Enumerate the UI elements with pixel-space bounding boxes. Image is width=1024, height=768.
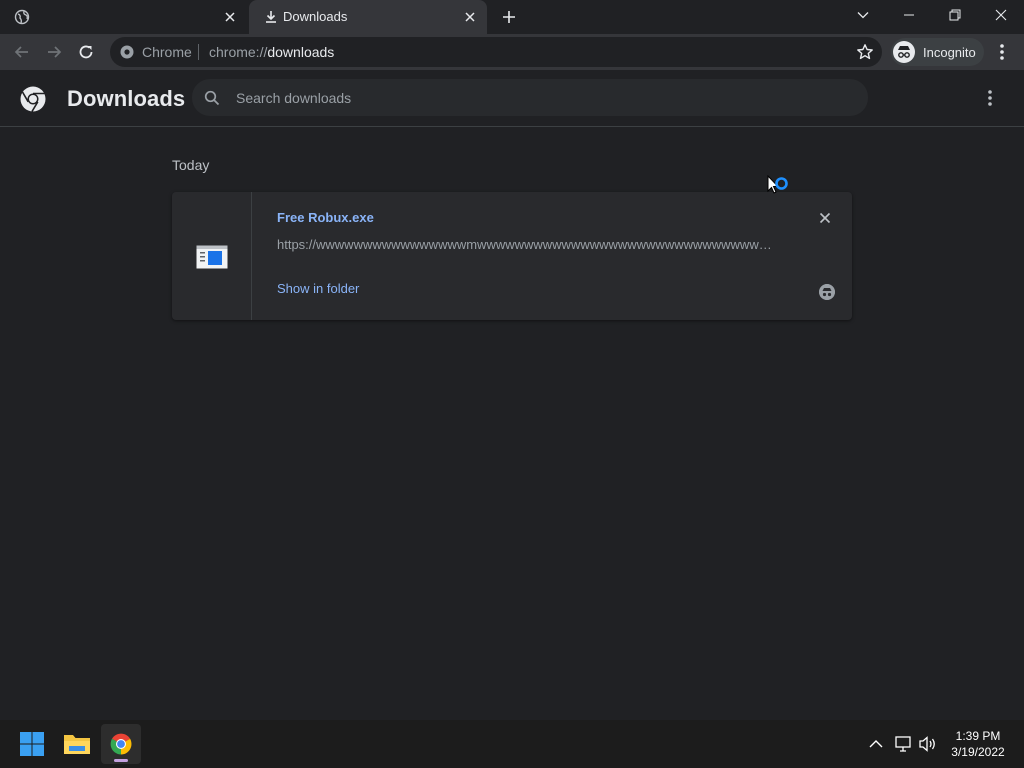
downloads-header: Downloads	[0, 70, 1024, 127]
tab-downloads[interactable]: Downloads	[249, 0, 487, 34]
close-tab-icon[interactable]	[221, 8, 239, 26]
chrome-taskbar-button[interactable]	[101, 724, 141, 764]
incognito-badge-icon	[819, 284, 835, 300]
file-icon-column	[172, 192, 252, 320]
chrome-icon	[110, 733, 132, 755]
back-button[interactable]	[10, 40, 34, 64]
forward-button[interactable]	[42, 40, 66, 64]
new-tab-button[interactable]	[499, 7, 519, 27]
search-icon	[204, 90, 220, 106]
close-window-button[interactable]	[978, 0, 1024, 30]
arrow-right-icon	[48, 46, 62, 58]
tab-strip: Downloads	[0, 0, 1024, 34]
divider	[198, 44, 199, 60]
file-source-url[interactable]: https://wwwwwwwwwwwwwwwwmwwwwwwwwwwwwwww…	[277, 237, 777, 252]
search-downloads-box[interactable]	[192, 79, 868, 116]
network-icon[interactable]	[893, 734, 913, 754]
tab-new-tab[interactable]	[0, 0, 247, 34]
chrome-site-icon	[120, 45, 134, 59]
browser-toolbar: Chrome chrome://downloads Incognito	[0, 34, 1024, 70]
site-chip: Chrome	[142, 44, 192, 60]
file-explorer-button[interactable]	[57, 724, 97, 764]
browser-menu-icon[interactable]	[992, 40, 1012, 64]
download-icon	[266, 11, 276, 23]
show-in-folder-link[interactable]: Show in folder	[277, 281, 359, 296]
address-bar[interactable]: Chrome chrome://downloads	[110, 37, 882, 67]
url-text: chrome://downloads	[209, 44, 334, 60]
show-hidden-icons-icon[interactable]	[866, 734, 886, 754]
folder-icon	[64, 735, 90, 754]
search-input[interactable]	[236, 87, 836, 109]
volume-icon[interactable]	[918, 734, 938, 754]
more-actions-icon[interactable]	[980, 86, 1000, 110]
incognito-profile-button[interactable]: Incognito	[891, 38, 984, 66]
close-tab-icon[interactable]	[461, 8, 479, 26]
reload-button[interactable]	[74, 40, 98, 64]
remove-from-list-icon[interactable]	[817, 210, 833, 226]
restore-button[interactable]	[932, 0, 978, 30]
globe-icon	[14, 9, 30, 25]
arrow-left-icon	[14, 46, 28, 58]
incognito-icon	[893, 41, 915, 63]
clock-time: 1:39 PM	[955, 729, 1001, 743]
chevron-down-icon	[857, 12, 869, 19]
clock-date: 3/19/2022	[951, 745, 1005, 759]
restore-icon	[949, 9, 961, 21]
url-path: downloads	[267, 44, 335, 60]
download-item: Free Robux.exe https://wwwwwwwwwwwwwwwwm…	[172, 192, 852, 320]
system-clock[interactable]: 1:39 PM 3/19/2022	[946, 728, 1010, 760]
tab-search-button[interactable]	[840, 0, 886, 30]
start-button[interactable]	[12, 724, 52, 764]
date-header: Today	[172, 157, 210, 173]
windows-taskbar: 1:39 PM 3/19/2022	[0, 720, 1024, 768]
page-title: Downloads	[67, 86, 186, 111]
minimize-icon	[904, 14, 914, 16]
busy-cursor-icon	[767, 175, 788, 194]
close-icon	[995, 9, 1007, 21]
executable-file-icon	[196, 245, 228, 269]
url-scheme: chrome://	[209, 44, 268, 60]
reload-icon	[79, 45, 93, 59]
tab-title: Downloads	[283, 9, 348, 24]
windows-logo-icon	[20, 732, 44, 756]
minimize-button[interactable]	[886, 0, 932, 30]
bookmark-star-icon[interactable]	[856, 43, 874, 61]
file-name-link[interactable]: Free Robux.exe	[277, 210, 374, 225]
incognito-label: Incognito	[923, 44, 976, 60]
chrome-logo-icon	[20, 86, 46, 112]
active-app-indicator	[114, 759, 128, 762]
